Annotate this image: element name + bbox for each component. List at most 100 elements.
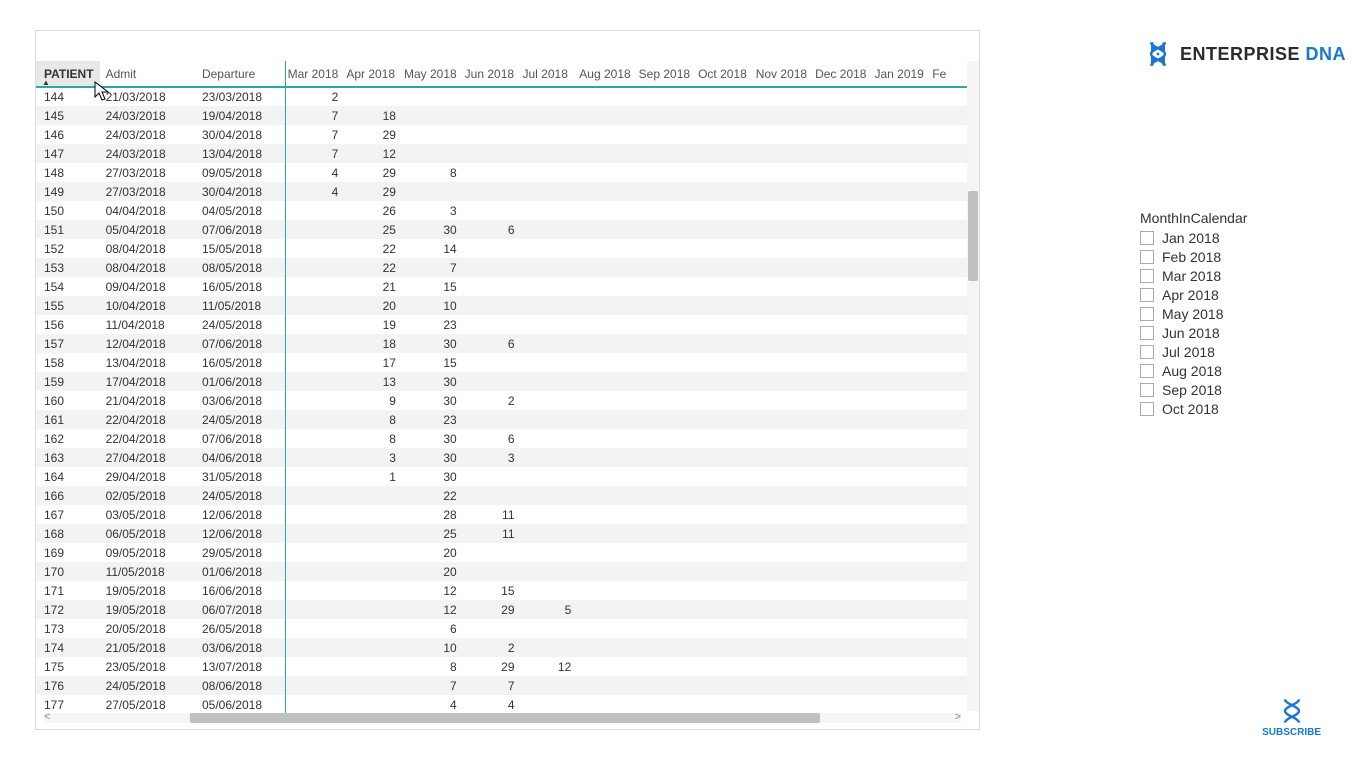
slicer-label: Feb 2018 <box>1162 249 1221 265</box>
cell <box>754 353 813 372</box>
slicer-item[interactable]: Jul 2018 <box>1140 344 1300 360</box>
cell <box>344 87 402 106</box>
cell <box>813 467 872 486</box>
column-header[interactable]: Oct 2018 <box>696 61 754 87</box>
column-header[interactable]: Departure <box>196 61 285 87</box>
checkbox-icon[interactable] <box>1140 250 1154 264</box>
cell <box>521 524 578 543</box>
cell <box>872 695 930 714</box>
horizontal-scrollbar[interactable]: < > <box>44 713 961 723</box>
checkbox-icon[interactable] <box>1140 269 1154 283</box>
cell: 172 <box>36 600 100 619</box>
cell <box>344 695 402 714</box>
cell: 22/04/2018 <box>100 410 196 429</box>
table-row: 15611/04/201824/05/20181923 <box>36 315 979 334</box>
column-header[interactable]: Jul 2018 <box>521 61 578 87</box>
column-header[interactable]: Sep 2018 <box>637 61 696 87</box>
table-row: 15712/04/201807/06/201818306 <box>36 334 979 353</box>
column-header[interactable]: Jan 2019 <box>872 61 930 87</box>
slicer-item[interactable]: Feb 2018 <box>1140 249 1300 265</box>
cell <box>521 239 578 258</box>
cell <box>813 201 872 220</box>
cell: 3 <box>344 448 402 467</box>
scroll-left-icon[interactable]: < <box>44 711 50 723</box>
cell <box>521 315 578 334</box>
column-header[interactable]: PATIENT▲ <box>36 61 100 87</box>
cell: 30/04/2018 <box>196 182 285 201</box>
table-row: 16703/05/201812/06/20182811 <box>36 505 979 524</box>
cell: 27/04/2018 <box>100 448 196 467</box>
cell <box>813 505 872 524</box>
checkbox-icon[interactable] <box>1140 345 1154 359</box>
slicer-item[interactable]: Mar 2018 <box>1140 268 1300 284</box>
cell <box>754 448 813 467</box>
cell: 10 <box>402 296 463 315</box>
cell: 30 <box>402 372 463 391</box>
checkbox-icon[interactable] <box>1140 383 1154 397</box>
cell: 07/06/2018 <box>196 220 285 239</box>
column-header[interactable]: Admit <box>100 61 196 87</box>
cell: 22 <box>402 486 463 505</box>
checkbox-icon[interactable] <box>1140 326 1154 340</box>
column-header[interactable]: Mar 2018 <box>285 61 344 87</box>
cell <box>813 676 872 695</box>
slicer-item[interactable]: May 2018 <box>1140 306 1300 322</box>
checkbox-icon[interactable] <box>1140 307 1154 321</box>
cell <box>521 581 578 600</box>
cell: 05/06/2018 <box>196 695 285 714</box>
checkbox-icon[interactable] <box>1140 364 1154 378</box>
slicer-item[interactable]: Aug 2018 <box>1140 363 1300 379</box>
cell <box>521 448 578 467</box>
cell: 154 <box>36 277 100 296</box>
scroll-thumb[interactable] <box>190 713 820 723</box>
cell: 04/06/2018 <box>196 448 285 467</box>
slicer-item[interactable]: Jun 2018 <box>1140 325 1300 341</box>
slicer-item[interactable]: Apr 2018 <box>1140 287 1300 303</box>
cell <box>637 353 696 372</box>
cell: 24/05/2018 <box>196 315 285 334</box>
cell <box>872 182 930 201</box>
cell: 15 <box>402 277 463 296</box>
cell: 153 <box>36 258 100 277</box>
slicer-item[interactable]: Sep 2018 <box>1140 382 1300 398</box>
slicer-item[interactable]: Oct 2018 <box>1140 401 1300 417</box>
cell <box>872 277 930 296</box>
cell <box>285 543 344 562</box>
cell: 04/05/2018 <box>196 201 285 220</box>
scroll-right-icon[interactable]: > <box>955 711 961 723</box>
cell <box>577 144 636 163</box>
subscribe-button[interactable]: SUBSCRIBE <box>1262 697 1321 738</box>
vertical-scrollbar[interactable] <box>967 61 979 711</box>
cell <box>637 524 696 543</box>
column-header[interactable]: Apr 2018 <box>344 61 402 87</box>
column-header[interactable]: Nov 2018 <box>754 61 813 87</box>
column-header[interactable]: May 2018 <box>402 61 463 87</box>
column-header[interactable]: Jun 2018 <box>463 61 521 87</box>
cell <box>696 296 754 315</box>
cell <box>754 106 813 125</box>
scroll-thumb[interactable] <box>968 191 978 281</box>
cell: 24/05/2018 <box>100 676 196 695</box>
month-slicer[interactable]: MonthInCalendar Jan 2018Feb 2018Mar 2018… <box>1140 210 1300 420</box>
matrix-visual[interactable]: PATIENT▲AdmitDepartureMar 2018Apr 2018Ma… <box>35 30 980 730</box>
table-row: 15510/04/201811/05/20182010 <box>36 296 979 315</box>
cell <box>637 581 696 600</box>
cell <box>285 448 344 467</box>
cell <box>813 258 872 277</box>
cell: 29 <box>344 125 402 144</box>
cell <box>637 638 696 657</box>
checkbox-icon[interactable] <box>1140 288 1154 302</box>
cell: 7 <box>285 106 344 125</box>
checkbox-icon[interactable] <box>1140 402 1154 416</box>
cell <box>754 676 813 695</box>
checkbox-icon[interactable] <box>1140 231 1154 245</box>
cell: 21/04/2018 <box>100 391 196 410</box>
cell <box>637 429 696 448</box>
slicer-item[interactable]: Jan 2018 <box>1140 230 1300 246</box>
column-header[interactable]: Dec 2018 <box>813 61 872 87</box>
cell: 13/04/2018 <box>100 353 196 372</box>
cell: 31/05/2018 <box>196 467 285 486</box>
column-header[interactable]: Aug 2018 <box>577 61 636 87</box>
cell <box>521 467 578 486</box>
cell <box>872 315 930 334</box>
